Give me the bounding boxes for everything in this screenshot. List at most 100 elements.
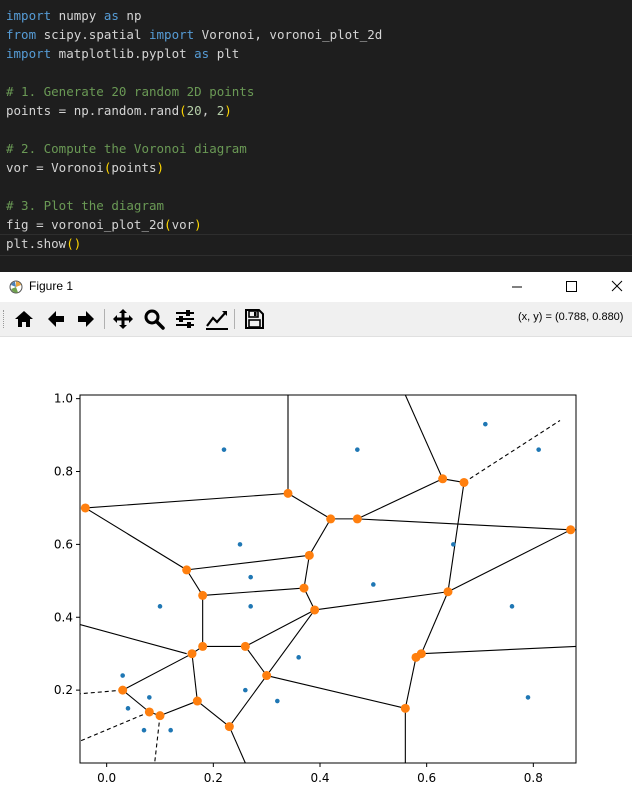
data-point	[141, 727, 147, 733]
code-text: np	[118, 8, 142, 23]
zoom-icon	[144, 309, 165, 330]
x-tick-label: 0.8	[524, 771, 543, 785]
data-point	[168, 727, 173, 733]
maximize-icon	[566, 281, 577, 292]
x-tick-label: 0.2	[204, 771, 223, 785]
voronoi-edge	[228, 726, 246, 763]
voronoi-infinite-edge	[80, 711, 150, 742]
maximize-button[interactable]	[548, 272, 594, 302]
voronoi-plot[interactable]: 0.0 0.2 0.4 0.6 0.8 0.2 0.4 0.6 0.8 1.0	[0, 336, 632, 795]
voronoi-edge	[404, 395, 444, 480]
data-point	[120, 673, 125, 678]
keyword: import	[149, 27, 195, 42]
voronoi-edge	[421, 645, 576, 655]
keyword: from	[6, 27, 37, 42]
minimize-button[interactable]	[494, 272, 540, 302]
forward-arrow-icon	[78, 311, 94, 327]
data-point	[147, 695, 152, 700]
y-tick-label: 1.0	[54, 392, 73, 406]
code-comment-3: # 3. Plot the diagram	[6, 198, 165, 213]
data-point	[248, 604, 253, 609]
code-text: vor = Voronoi	[6, 160, 104, 175]
voronoi-vertex	[198, 590, 208, 600]
data-point	[509, 604, 515, 609]
voronoi-infinite-edge	[154, 715, 161, 763]
voronoi-vertex	[566, 525, 576, 535]
back-button[interactable]	[42, 306, 70, 332]
customize-button[interactable]	[202, 306, 230, 332]
code-line-2: from scipy.spatial import Voronoi, voron…	[6, 25, 382, 44]
y-tick-label: 0.8	[54, 465, 73, 479]
code-text: scipy.spatial	[36, 27, 149, 42]
paren: )	[156, 160, 165, 175]
y-tick-label: 0.2	[54, 683, 73, 697]
data-point	[483, 421, 488, 427]
zoom-button[interactable]	[140, 306, 168, 332]
paren: (	[179, 103, 187, 118]
voronoi-vertex	[443, 587, 453, 597]
code-editor[interactable]: import numpy as np from scipy.spatial im…	[0, 0, 632, 272]
voronoi-edge	[420, 591, 449, 654]
data-point	[525, 695, 531, 700]
data-point	[221, 447, 227, 452]
code-line-6: points = np.random.rand(20, 2)	[6, 101, 232, 120]
y-tick-label: 0.4	[54, 610, 73, 624]
code-text: matplotlib.pyplot	[51, 46, 195, 61]
voronoi-edge	[357, 478, 443, 520]
code-text: plt.show	[6, 236, 67, 251]
keyword: as	[103, 8, 119, 23]
voronoi-vertex	[283, 488, 293, 498]
data-point	[125, 706, 131, 711]
voronoi-edge	[314, 591, 449, 611]
toolbar-separator	[104, 309, 105, 329]
voronoi-edge	[186, 554, 310, 571]
voronoi-edge	[85, 492, 289, 509]
minimize-icon	[512, 286, 522, 288]
voronoi-vertex	[400, 703, 410, 713]
voronoi-vertex	[416, 649, 426, 659]
voronoi-vertex	[459, 477, 469, 487]
code-line-12: fig = voronoi_plot_2d(vor)	[6, 215, 202, 234]
voronoi-vertex	[118, 685, 128, 695]
close-icon	[611, 280, 623, 292]
voronoi-vertex	[438, 474, 448, 484]
home-button[interactable]	[10, 306, 38, 332]
forward-button[interactable]	[72, 306, 100, 332]
data-point	[536, 447, 541, 452]
pan-button[interactable]	[109, 306, 137, 332]
voronoi-vertex	[224, 722, 234, 732]
data-point	[275, 698, 280, 704]
code-line-9: vor = Voronoi(points)	[6, 158, 164, 177]
voronoi-vertex	[304, 550, 314, 560]
save-icon	[245, 309, 264, 329]
voronoi-edge	[357, 518, 571, 531]
code-comment-2: # 2. Compute the Voronoi diagram	[6, 141, 247, 156]
cursor-coordinates: (x, y) = (0.788, 0.880)	[518, 311, 624, 323]
save-button[interactable]	[240, 306, 268, 332]
y-tick-label: 0.6	[54, 537, 73, 551]
axes-frame	[79, 394, 577, 764]
voronoi-edge	[80, 624, 187, 655]
code-text: vor	[171, 217, 195, 232]
keyword: import	[6, 46, 52, 61]
voronoi-vertex	[299, 583, 309, 593]
keyword: as	[194, 46, 210, 61]
number: 20	[186, 103, 202, 118]
data-point	[157, 604, 163, 609]
title-bar[interactable]: Figure 1	[0, 272, 632, 302]
x-tick-label: 0.0	[97, 771, 116, 785]
voronoi-vertex	[155, 711, 165, 721]
data-point	[355, 447, 360, 452]
data-point	[237, 542, 243, 547]
close-button[interactable]	[594, 272, 632, 302]
voronoi-edge	[122, 653, 193, 691]
subplots-button[interactable]	[171, 306, 199, 332]
data-point	[248, 574, 253, 580]
voronoi-infinite-edge	[80, 689, 123, 695]
paren: )	[194, 217, 202, 232]
back-arrow-icon	[48, 311, 64, 327]
data-point	[451, 542, 456, 547]
voronoi-edge	[159, 700, 198, 717]
voronoi-vertex	[310, 605, 320, 615]
voronoi-vertex	[182, 565, 192, 575]
